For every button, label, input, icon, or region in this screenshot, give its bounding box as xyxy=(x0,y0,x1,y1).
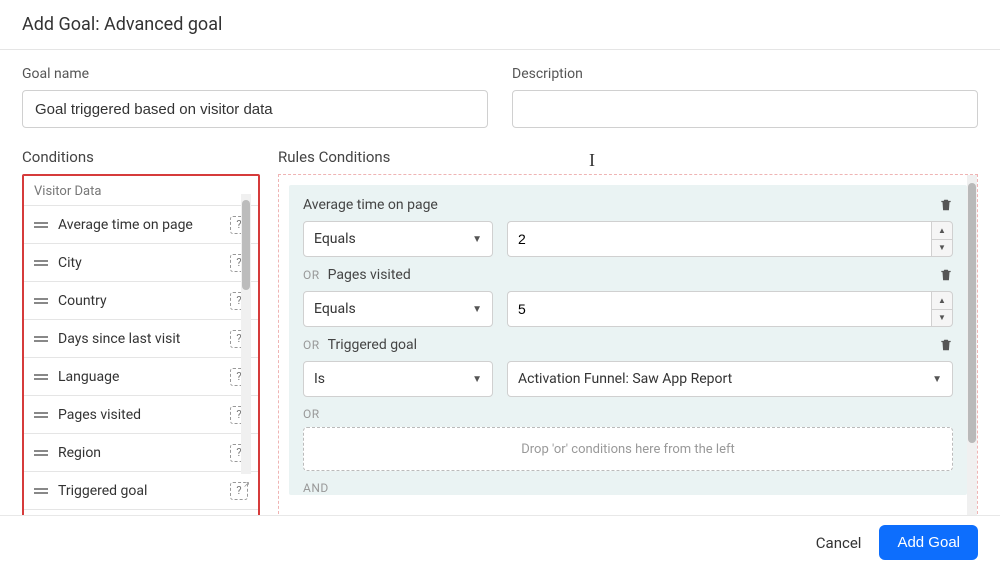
drag-handle-icon xyxy=(34,336,48,342)
help-icon[interactable]: ? xyxy=(230,482,248,500)
drag-handle-icon xyxy=(34,260,48,266)
delete-rule-icon[interactable] xyxy=(939,197,953,213)
visitor-data-item-label: Pages visited xyxy=(58,407,230,423)
rule-value-text: Activation Funnel: Saw App Report xyxy=(518,371,732,387)
drag-handle-icon xyxy=(34,298,48,304)
drag-handle-icon xyxy=(34,222,48,228)
dialog-title-text: Add Goal: Advanced goal xyxy=(22,14,222,35)
rules-panel: Average time on pageEquals▼▲▼ORPages vis… xyxy=(278,174,978,524)
rule-value-select[interactable]: Activation Funnel: Saw App Report ▼ xyxy=(507,361,953,397)
rule-operator-value: Equals xyxy=(314,231,356,247)
visitor-data-item-label: City xyxy=(58,255,230,271)
or-label: OR xyxy=(303,338,320,352)
description-input[interactable] xyxy=(512,90,978,128)
or-section: OR Drop 'or' conditions here from the lef… xyxy=(303,407,953,471)
rule-operator-value: Equals xyxy=(314,301,356,317)
form-area: Goal name Description Conditions Visitor… xyxy=(0,50,1000,524)
spinner-down-icon[interactable]: ▼ xyxy=(932,310,952,327)
visitor-data-item[interactable]: Days since last visit? xyxy=(24,320,258,358)
visitor-data-item-label: Days since last visit xyxy=(58,331,230,347)
goal-name-input[interactable] xyxy=(22,90,488,128)
rule-operator-select[interactable]: Equals ▼ xyxy=(303,291,493,327)
rules-title: Rules Conditions xyxy=(278,148,978,166)
drag-handle-icon xyxy=(34,412,48,418)
visitor-data-panel: Visitor Data Average time on page?City?C… xyxy=(22,174,260,524)
or-label: OR xyxy=(303,407,945,421)
dialog-footer: Cancel Add Goal xyxy=(0,515,1000,569)
drag-handle-icon xyxy=(34,450,48,456)
visitor-data-item-label: Triggered goal xyxy=(58,483,230,499)
delete-rule-icon[interactable] xyxy=(939,267,953,283)
number-spinner: ▲▼ xyxy=(931,221,953,257)
spinner-up-icon[interactable]: ▲ xyxy=(932,222,952,240)
chevron-down-icon: ▼ xyxy=(472,304,482,315)
visitor-data-item-label: Country xyxy=(58,293,230,309)
delete-rule-icon[interactable] xyxy=(939,337,953,353)
drag-handle-icon xyxy=(34,488,48,494)
add-goal-button[interactable]: Add Goal xyxy=(879,525,978,560)
visitor-data-item[interactable]: Triggered goal? xyxy=(24,472,258,510)
drag-handle-icon xyxy=(34,374,48,380)
visitor-data-item-label: Language xyxy=(58,369,230,385)
goal-name-field: Goal name xyxy=(22,66,488,128)
rule-value-input[interactable] xyxy=(507,291,931,327)
rule-value-input[interactable] xyxy=(507,221,931,257)
conditions-title: Conditions xyxy=(22,148,260,166)
rule-name: Average time on page xyxy=(303,197,438,213)
chevron-down-icon: ▼ xyxy=(932,374,942,385)
rule-group: ORPages visitedEquals▼▲▼ xyxy=(303,267,953,327)
or-dropzone[interactable]: Drop 'or' conditions here from the left xyxy=(303,427,953,471)
rule-name: Triggered goal xyxy=(328,337,417,353)
visitor-data-item-label: Average time on page xyxy=(58,217,230,233)
visitor-data-item[interactable]: Language? xyxy=(24,358,258,396)
or-label: OR xyxy=(303,268,320,282)
cancel-button[interactable]: Cancel xyxy=(816,534,862,552)
rules-scrollbar-thumb[interactable] xyxy=(968,183,976,443)
chevron-down-icon: ▼ xyxy=(472,374,482,385)
conditions-scrollbar-thumb[interactable] xyxy=(242,200,250,290)
rules-scrollbar-track[interactable] xyxy=(967,175,977,523)
visitor-data-item[interactable]: Country? xyxy=(24,282,258,320)
visitor-data-item-label: Region xyxy=(58,445,230,461)
spinner-down-icon[interactable]: ▼ xyxy=(932,240,952,257)
spinner-up-icon[interactable]: ▲ xyxy=(932,292,952,310)
visitor-data-item[interactable]: Region? xyxy=(24,434,258,472)
rule-name: Pages visited xyxy=(328,267,411,283)
rule-group: Average time on pageEquals▼▲▼ xyxy=(303,197,953,257)
visitor-data-item[interactable]: Average time on page? xyxy=(24,206,258,244)
description-label: Description xyxy=(512,66,978,82)
rule-operator-value: Is xyxy=(314,371,325,387)
rule-operator-select[interactable]: Is ▼ xyxy=(303,361,493,397)
visitor-data-item[interactable]: City? xyxy=(24,244,258,282)
chevron-down-icon: ▼ xyxy=(472,234,482,245)
visitor-data-header: Visitor Data xyxy=(24,176,258,206)
rule-group: ORTriggered goalIs▼Activation Funnel: Sa… xyxy=(303,337,953,397)
description-field: Description xyxy=(512,66,978,128)
goal-name-label: Goal name xyxy=(22,66,488,82)
number-spinner: ▲▼ xyxy=(931,291,953,327)
and-label: AND xyxy=(303,481,953,495)
dialog-title: Add Goal: Advanced goal xyxy=(0,0,1000,50)
visitor-data-item[interactable]: Pages visited? xyxy=(24,396,258,434)
rule-operator-select[interactable]: Equals ▼ xyxy=(303,221,493,257)
